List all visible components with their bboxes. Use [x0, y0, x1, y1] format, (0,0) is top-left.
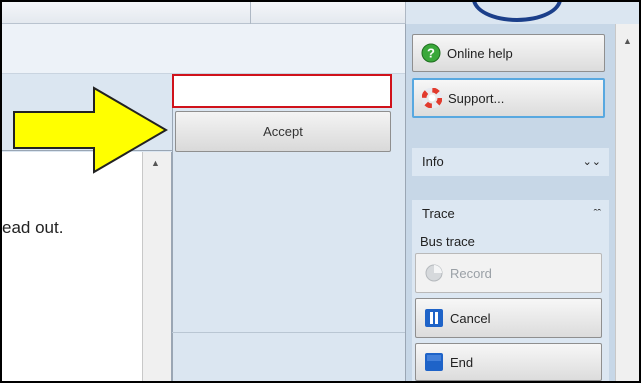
accept-button[interactable]: Accept	[175, 111, 391, 152]
question-circle-icon: ?	[421, 43, 441, 63]
end-label: End	[450, 354, 474, 370]
readout-text: ead out.	[2, 218, 64, 237]
record-button[interactable]: Record	[415, 253, 602, 293]
svg-text:?: ?	[427, 46, 435, 61]
brand-logo	[472, 2, 562, 22]
top-tab[interactable]	[251, 2, 406, 24]
divider	[172, 332, 405, 333]
toolbar-area	[2, 24, 405, 74]
bus-trace-label: Bus trace	[420, 234, 475, 249]
top-tab-strip	[2, 2, 406, 24]
left-scrollbar[interactable]: ▲	[142, 152, 172, 381]
trace-section-title: Trace	[422, 206, 455, 221]
stop-icon	[425, 353, 443, 371]
info-section-header[interactable]: Info ⌄⌄	[412, 148, 609, 176]
pause-icon	[425, 309, 443, 327]
online-help-label: Online help	[447, 45, 513, 61]
arrow-right-icon	[13, 86, 168, 174]
end-button[interactable]: End	[415, 343, 602, 381]
support-button[interactable]: Support...	[412, 78, 605, 118]
online-help-button[interactable]: ? Online help	[412, 34, 605, 72]
cancel-button[interactable]: Cancel	[415, 298, 602, 338]
record-label: Record	[450, 265, 492, 281]
cancel-label: Cancel	[450, 310, 491, 326]
right-scrollbar[interactable]: ▲	[615, 24, 639, 381]
chevron-double-up-icon[interactable]: ˆˆ	[594, 200, 601, 228]
message-area	[2, 152, 142, 381]
record-icon	[425, 264, 443, 282]
scroll-up-icon[interactable]: ▲	[623, 36, 632, 46]
info-section-title: Info	[422, 154, 444, 169]
lifebuoy-icon	[422, 88, 442, 108]
chevron-double-down-icon[interactable]: ⌄⌄	[583, 148, 601, 176]
support-label: Support...	[448, 90, 505, 106]
top-tab[interactable]	[2, 2, 251, 24]
accept-input-field[interactable]	[172, 74, 392, 108]
divider	[172, 74, 173, 381]
trace-section-header[interactable]: Trace ˆˆ	[412, 200, 609, 228]
application-window: ead out. ▲ Accept ? Online help Support.…	[0, 0, 641, 383]
